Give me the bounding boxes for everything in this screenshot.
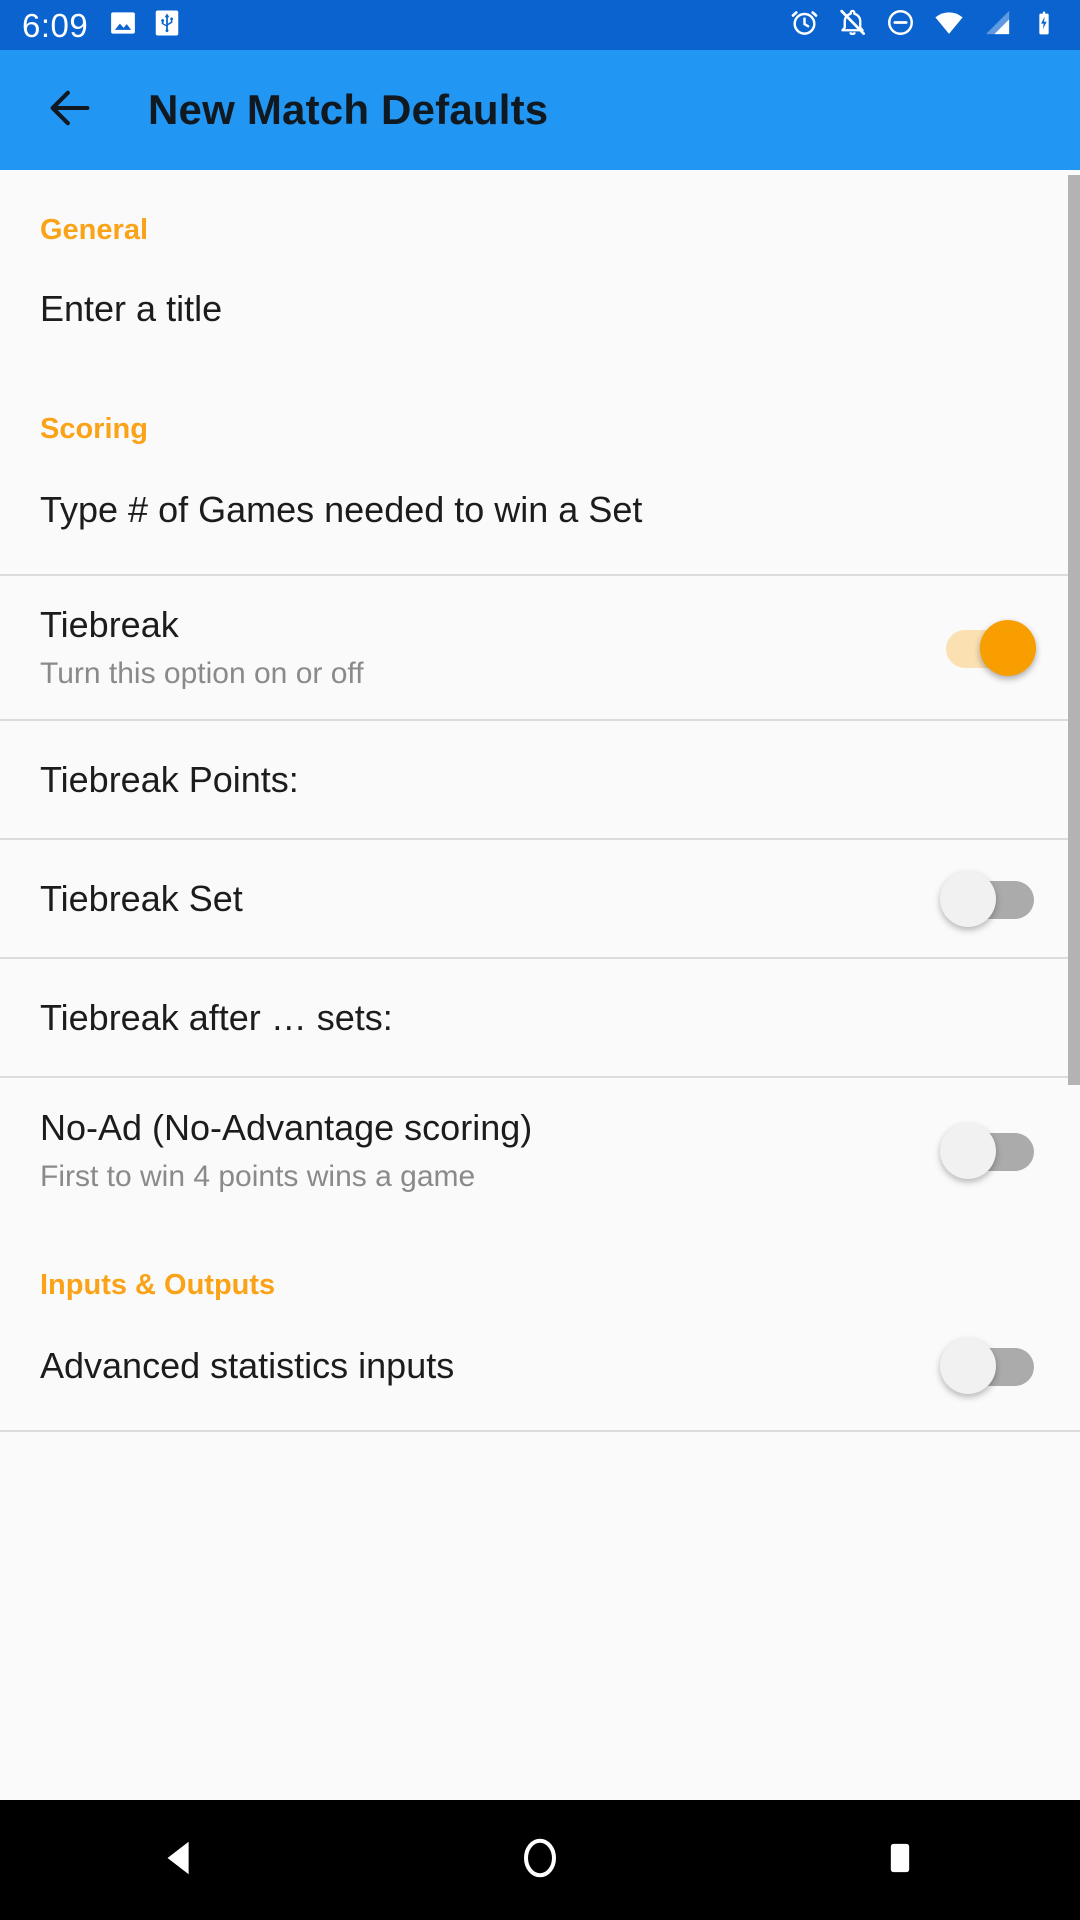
row-texts: Advanced statistics inputs [40, 1345, 936, 1386]
row-tiebreak-set[interactable]: Tiebreak Set [0, 840, 1080, 957]
row-no-ad[interactable]: No-Ad (No-Advantage scoring) First to wi… [0, 1078, 1080, 1224]
usb-icon [152, 8, 182, 43]
row-texts: Tiebreak Points: [40, 759, 1040, 800]
row-texts: Type # of Games needed to win a Set [40, 489, 1040, 530]
image-icon [108, 8, 138, 43]
toggle-thumb [980, 619, 1036, 676]
android-navigation-bar [0, 1800, 1080, 1920]
phone-screen: 6:09 New Match Defaults General Enter a … [0, 0, 1080, 1920]
battery-charging-icon [1030, 9, 1058, 42]
row-title: Tiebreak after … sets: [40, 996, 393, 1038]
row-texts: Tiebreak Set [40, 878, 936, 919]
page-title: New Match Defaults [148, 86, 549, 133]
row-texts: Enter a title [40, 288, 1040, 329]
row-texts: Tiebreak Turn this option on or off [40, 604, 936, 692]
row-title: No-Ad (No-Advantage scoring) [40, 1107, 533, 1149]
nav-home-button[interactable] [470, 1800, 610, 1920]
row-tiebreak-after-sets[interactable]: Tiebreak after … sets: [0, 959, 1080, 1076]
row-games-to-win-set[interactable]: Type # of Games needed to win a Set [0, 446, 1080, 574]
status-bar-clock: 6:09 [22, 6, 89, 44]
row-subtitle: Turn this option on or off [40, 656, 364, 690]
status-bar-left-icons [108, 8, 182, 43]
back-nav-icon [157, 1835, 203, 1886]
home-nav-icon [517, 1835, 563, 1886]
tiebreak-set-toggle[interactable] [936, 869, 1040, 929]
advanced-statistics-toggle[interactable] [936, 1336, 1040, 1396]
no-ad-toggle[interactable] [936, 1121, 1040, 1181]
row-texts: Tiebreak after … sets: [40, 997, 1040, 1038]
tiebreak-toggle[interactable] [936, 618, 1040, 678]
row-divider [0, 1430, 1080, 1432]
section-header-general: General [40, 214, 148, 246]
row-title: Tiebreak [40, 603, 179, 645]
row-title: Enter a title [40, 288, 223, 330]
app-bar: New Match Defaults [0, 50, 1080, 170]
do-not-disturb-icon [885, 7, 916, 43]
row-advanced-statistics-inputs[interactable]: Advanced statistics inputs [0, 1302, 1080, 1430]
row-texts: No-Ad (No-Advantage scoring) First to wi… [40, 1107, 936, 1195]
back-button[interactable] [40, 80, 100, 140]
section-header-inputs-outputs: Inputs & Outputs [40, 1269, 276, 1301]
vertical-scrollbar[interactable] [1068, 175, 1080, 1085]
row-tiebreak[interactable]: Tiebreak Turn this option on or off [0, 576, 1080, 719]
back-arrow-icon [44, 82, 96, 139]
status-bar: 6:09 [0, 0, 1080, 50]
toggle-thumb [940, 870, 996, 927]
row-title: Tiebreak Set [40, 877, 243, 919]
recents-nav-icon [880, 1838, 920, 1883]
notifications-off-icon [837, 7, 868, 43]
nav-recents-button[interactable] [830, 1800, 970, 1920]
row-title: Type # of Games needed to win a Set [40, 489, 643, 531]
nav-back-button[interactable] [110, 1800, 250, 1920]
row-title: Tiebreak Points: [40, 758, 299, 800]
alarm-icon [789, 7, 820, 43]
row-subtitle: First to win 4 points wins a game [40, 1160, 476, 1194]
settings-list[interactable]: General Enter a title Scoring Type # of … [0, 170, 1080, 1800]
cellular-signal-icon [982, 7, 1013, 43]
row-tiebreak-points[interactable]: Tiebreak Points: [0, 721, 1080, 838]
status-bar-right-icons [789, 7, 1058, 44]
toggle-thumb [940, 1338, 996, 1394]
toggle-thumb [940, 1123, 996, 1179]
wifi-icon [933, 7, 965, 44]
section-header-scoring: Scoring [40, 413, 148, 445]
row-title: Advanced statistics inputs [40, 1345, 455, 1387]
row-enter-a-title[interactable]: Enter a title [0, 247, 1080, 371]
